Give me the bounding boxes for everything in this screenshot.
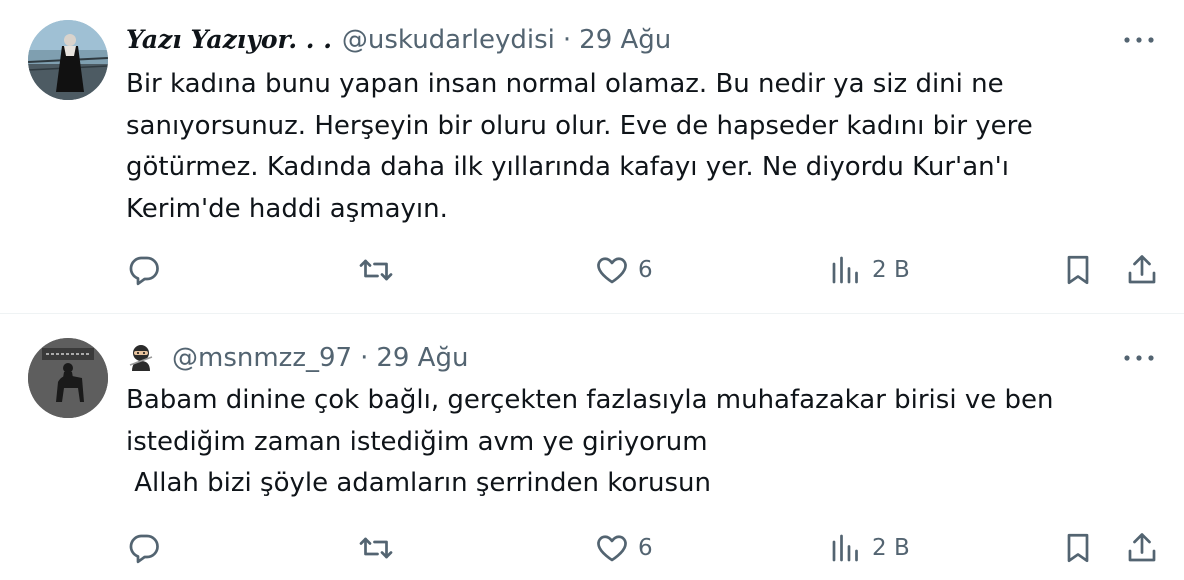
- avatar-photo: [28, 338, 108, 418]
- views-button[interactable]: 2 B: [828, 248, 910, 292]
- view-count: 2 B: [872, 535, 910, 561]
- retweet-button[interactable]: [358, 248, 394, 292]
- reply-button[interactable]: [126, 248, 162, 292]
- tweet-header: Yazı Yazıyor. . . @uskudarleydisi · 29 A…: [126, 22, 671, 58]
- bookmark-icon: [1067, 255, 1089, 285]
- ninja-emoji-icon: [126, 343, 156, 373]
- reply-icon: [129, 256, 159, 286]
- display-name[interactable]: Yazı Yazıyor. . .: [126, 22, 332, 58]
- tweet[interactable]: Yazı Yazıyor. . . @uskudarleydisi · 29 A…: [0, 0, 1184, 314]
- reply-button[interactable]: [126, 526, 162, 570]
- bookmark-button[interactable]: [1060, 248, 1096, 292]
- retweet-icon: [359, 537, 393, 559]
- tweet-text-line: Babam dinine çok bağlı, gerçekten fazlas…: [126, 385, 1054, 415]
- tweet-date[interactable]: 29 Ağu: [579, 22, 671, 58]
- avatar-photo: [28, 20, 108, 100]
- tweet-text-line: götürmez. Kadında daha ilk yıllarında ka…: [126, 152, 1009, 182]
- heart-icon: [597, 535, 627, 562]
- share-button[interactable]: [1124, 526, 1160, 570]
- tweet-text-line: istediğim zaman istediğim avm ye giriyor…: [126, 426, 708, 457]
- tweet-text-line: sanıyorsunuz. Herşeyin bir oluru olur. E…: [126, 110, 1033, 141]
- action-bar: 6 2 B: [126, 526, 1162, 570]
- more-button[interactable]: [1122, 348, 1156, 368]
- action-bar: 6 2 B: [126, 248, 1162, 292]
- like-button[interactable]: 6: [594, 526, 653, 570]
- tweet-header: @msnmzz_97 · 29 Ağu: [126, 340, 468, 376]
- avatar[interactable]: [28, 20, 108, 100]
- reply-icon: [129, 534, 159, 564]
- tweet-text: Babam dinine çok bağlı, gerçekten fazlas…: [126, 380, 1156, 505]
- more-icon: [1124, 37, 1154, 43]
- view-count: 2 B: [872, 257, 910, 283]
- user-handle[interactable]: @msnmzz_97: [172, 340, 352, 376]
- tweet-date[interactable]: 29 Ağu: [376, 340, 468, 376]
- separator-dot: ·: [360, 343, 369, 373]
- tweet-text-line: Kerim'de haddi aşmayın.: [126, 193, 448, 224]
- avatar[interactable]: [28, 338, 108, 418]
- user-handle[interactable]: @uskudarleydisi: [342, 22, 555, 58]
- views-button[interactable]: 2 B: [828, 526, 910, 570]
- heart-icon: [597, 257, 627, 284]
- views-icon: [832, 256, 858, 284]
- separator-dot: ·: [562, 25, 572, 55]
- bookmark-icon: [1067, 533, 1089, 563]
- share-icon: [1128, 533, 1156, 562]
- like-count: 6: [638, 535, 653, 561]
- tweet-text: Bir kadına bunu yapan insan normal olama…: [126, 64, 1156, 230]
- tweet[interactable]: @msnmzz_97 · 29 Ağu Babam dinine çok bağ…: [0, 314, 1184, 580]
- like-button[interactable]: 6: [594, 248, 653, 292]
- tweet-text-line: Allah bizi şöyle adamların şerrinden kor…: [126, 468, 711, 498]
- retweet-button[interactable]: [358, 526, 394, 570]
- views-icon: [832, 534, 858, 562]
- share-icon: [1128, 255, 1156, 284]
- more-icon: [1124, 355, 1154, 361]
- retweet-icon: [359, 259, 393, 281]
- tweet-text-line: Bir kadına bunu yapan insan normal olama…: [126, 69, 1004, 99]
- like-count: 6: [638, 257, 653, 283]
- bookmark-button[interactable]: [1060, 526, 1096, 570]
- share-button[interactable]: [1124, 248, 1160, 292]
- more-button[interactable]: [1122, 30, 1156, 50]
